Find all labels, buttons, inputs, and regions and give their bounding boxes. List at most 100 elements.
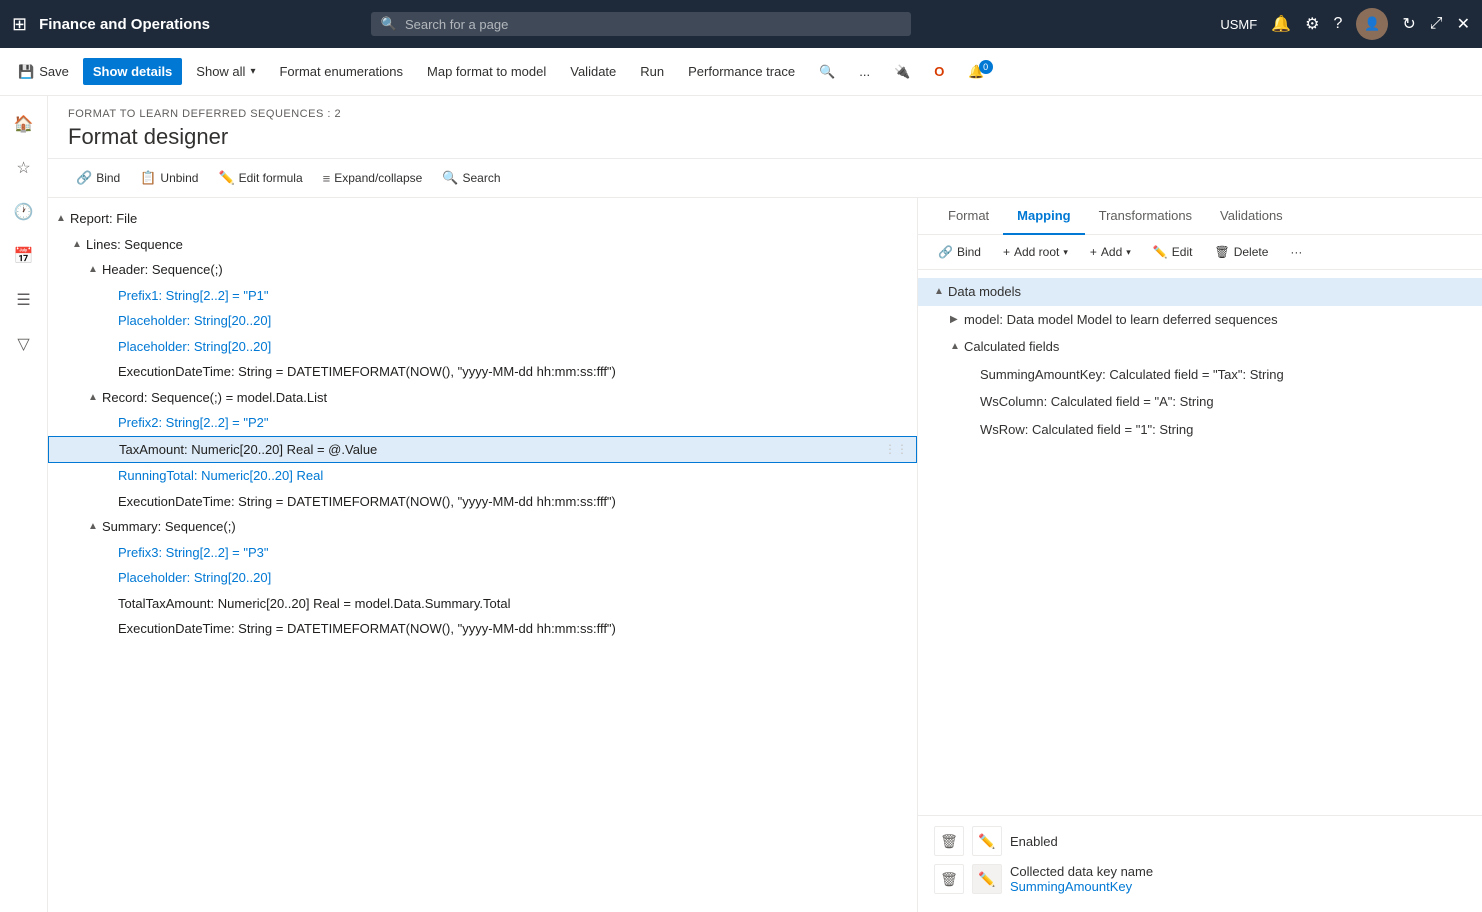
user-code: USMF (1220, 17, 1257, 32)
tree-toggle-icon[interactable]: ▲ (88, 519, 102, 534)
collected-delete-button[interactable]: 🗑 (934, 864, 964, 894)
tree-item[interactable]: Placeholder: String[20..20] (48, 308, 917, 334)
right-edit-button[interactable]: ✏️ Edit (1145, 241, 1201, 263)
tree-toggle-icon[interactable]: ▲ (72, 237, 86, 252)
tree-item[interactable]: TaxAmount: Numeric[20..20] Real = @.Valu… (48, 436, 917, 464)
tree-item-text: Header: Sequence(;) (102, 260, 223, 280)
save-button[interactable]: 💾 Save (8, 58, 79, 86)
add-root-plus-icon: + (1003, 245, 1010, 259)
left-sidebar: 🏠 ☆ 🕐 📅 ☰ ▽ (0, 96, 48, 912)
map-format-to-model-button[interactable]: Map format to model (417, 58, 556, 85)
right-delete-button[interactable]: 🗑 Delete (1206, 241, 1276, 263)
tree-toggle-icon[interactable]: ▲ (88, 262, 102, 277)
avatar[interactable]: 👤 (1356, 8, 1388, 40)
tree-item[interactable]: ▲Lines: Sequence (48, 232, 917, 258)
show-details-button[interactable]: Show details (83, 58, 182, 85)
tree-item[interactable]: TotalTaxAmount: Numeric[20..20] Real = m… (48, 591, 917, 617)
datasource-item[interactable]: ▶model: Data model Model to learn deferr… (918, 306, 1482, 334)
sidebar-filter-icon[interactable]: ▽ (4, 324, 44, 364)
tree-item-text: Placeholder: String[20..20] (118, 337, 271, 357)
collected-edit-button[interactable]: ✏️ (972, 864, 1002, 894)
bind-button[interactable]: 🔗 Bind (68, 165, 128, 191)
tree-item[interactable]: Prefix2: String[2..2] = "P2" (48, 410, 917, 436)
run-button[interactable]: Run (630, 58, 674, 85)
bottom-panel: 🗑 ✏️ Enabled 🗑 ✏️ Collected data key nam… (918, 815, 1482, 912)
global-search-bar[interactable]: 🔍 (371, 12, 911, 36)
edit-formula-icon: ✏️ (218, 170, 234, 186)
add-root-chevron-icon: ▾ (1063, 247, 1068, 258)
tree-item[interactable]: Prefix1: String[2..2] = "P1" (48, 283, 917, 309)
tree-item-text: Record: Sequence(;) = model.Data.List (102, 388, 327, 408)
collected-data-key-name-label: Collected data key name (1010, 864, 1153, 879)
settings-icon[interactable]: ⚙ (1305, 14, 1319, 34)
right-toolbar: 🔗 Bind + Add root ▾ + Add ▾ ✏️ (918, 235, 1482, 270)
validate-button[interactable]: Validate (560, 58, 626, 85)
add-button[interactable]: + Add ▾ (1082, 241, 1139, 263)
notifications-icon[interactable]: 🔔 (1271, 14, 1291, 34)
more-options-button[interactable]: ... (849, 58, 880, 85)
tree-item-text: ExecutionDateTime: String = DATETIMEFORM… (118, 492, 616, 512)
search-cmd-button[interactable]: 🔍 (809, 58, 845, 86)
enabled-edit-button[interactable]: ✏️ (972, 826, 1002, 856)
datasource-item[interactable]: WsColumn: Calculated field = "A": String (918, 388, 1482, 416)
tree-toggle-icon[interactable]: ▲ (88, 390, 102, 405)
refresh-icon[interactable]: ↻ (1402, 14, 1415, 34)
global-search-input[interactable] (405, 17, 901, 32)
tree-item[interactable]: ▲Header: Sequence(;) (48, 257, 917, 283)
datasource-item-text: Calculated fields (964, 337, 1059, 357)
add-plus-icon: + (1090, 245, 1097, 259)
enabled-delete-button[interactable]: 🗑 (934, 826, 964, 856)
expand-collapse-button[interactable]: ≡ Expand/collapse (315, 166, 431, 191)
office-button[interactable]: O (924, 58, 954, 85)
right-bind-button[interactable]: 🔗 Bind (930, 241, 989, 263)
datasource-item[interactable]: SummingAmountKey: Calculated field = "Ta… (918, 361, 1482, 389)
tree-item[interactable]: RunningTotal: Numeric[20..20] Real (48, 463, 917, 489)
tree-item[interactable]: ExecutionDateTime: String = DATETIMEFORM… (48, 616, 917, 642)
datasource-item[interactable]: ▲Data models (918, 278, 1482, 306)
close-icon[interactable]: ✕ (1457, 14, 1470, 34)
sidebar-modules-icon[interactable]: ☰ (4, 280, 44, 320)
content-area: FORMAT TO LEARN DEFERRED SEQUENCES : 2 F… (48, 96, 1482, 912)
show-all-button[interactable]: Show all ▾ (186, 58, 265, 85)
tree-item-text: Prefix2: String[2..2] = "P2" (118, 413, 269, 433)
datasource-item[interactable]: ▲Calculated fields (918, 333, 1482, 361)
sidebar-recent-icon[interactable]: 🕐 (4, 192, 44, 232)
sidebar-favorites-icon[interactable]: ☆ (4, 148, 44, 188)
tree-item[interactable]: Placeholder: String[20..20] (48, 565, 917, 591)
designer-body: ▲Report: File▲Lines: Sequence▲Header: Se… (48, 198, 1482, 912)
ds-toggle-icon[interactable]: ▲ (934, 284, 948, 299)
tree-item[interactable]: ExecutionDateTime: String = DATETIMEFORM… (48, 359, 917, 385)
expand-icon[interactable]: ⤢ (1430, 15, 1443, 33)
datasource-item-text: model: Data model Model to learn deferre… (964, 310, 1278, 330)
bind-icon: 🔗 (76, 170, 92, 186)
sidebar-workspaces-icon[interactable]: 📅 (4, 236, 44, 276)
right-bind-icon: 🔗 (938, 245, 953, 259)
tree-item[interactable]: ▲Summary: Sequence(;) (48, 514, 917, 540)
format-enumerations-button[interactable]: Format enumerations (269, 58, 413, 85)
tree-item[interactable]: Prefix3: String[2..2] = "P3" (48, 540, 917, 566)
ds-toggle-icon[interactable]: ▶ (950, 312, 964, 327)
app-grid-icon[interactable]: ⊞ (12, 14, 27, 35)
edit-formula-button[interactable]: ✏️ Edit formula (210, 165, 310, 191)
tree-item[interactable]: ▲Record: Sequence(;) = model.Data.List (48, 385, 917, 411)
performance-trace-button[interactable]: Performance trace (678, 58, 805, 85)
help-icon[interactable]: ? (1333, 15, 1342, 33)
search-tree-button[interactable]: 🔍 Search (434, 165, 508, 191)
plugin-button[interactable]: 🔌 (884, 58, 920, 86)
right-tab-format[interactable]: Format (934, 198, 1003, 235)
sidebar-home-icon[interactable]: 🏠 (4, 104, 44, 144)
collected-data-key-row: 🗑 ✏️ Collected data key name SummingAmou… (934, 864, 1466, 894)
right-tab-validations[interactable]: Validations (1206, 198, 1297, 235)
right-tab-mapping[interactable]: Mapping (1003, 198, 1084, 235)
ds-toggle-icon[interactable]: ▲ (950, 339, 964, 354)
tree-item[interactable]: ExecutionDateTime: String = DATETIMEFORM… (48, 489, 917, 515)
add-root-button[interactable]: + Add root ▾ (995, 241, 1076, 263)
tree-toggle-icon[interactable]: ▲ (56, 211, 70, 226)
unbind-button[interactable]: 📋 Unbind (132, 165, 206, 191)
datasource-item[interactable]: WsRow: Calculated field = "1": String (918, 416, 1482, 444)
right-more-button[interactable]: ··· (1282, 241, 1310, 263)
tree-item[interactable]: ▲Report: File (48, 206, 917, 232)
top-nav-right: USMF 🔔 ⚙ ? 👤 ↻ ⤢ ✕ (1220, 8, 1470, 40)
right-tab-transformations[interactable]: Transformations (1085, 198, 1206, 235)
tree-item[interactable]: Placeholder: String[20..20] (48, 334, 917, 360)
